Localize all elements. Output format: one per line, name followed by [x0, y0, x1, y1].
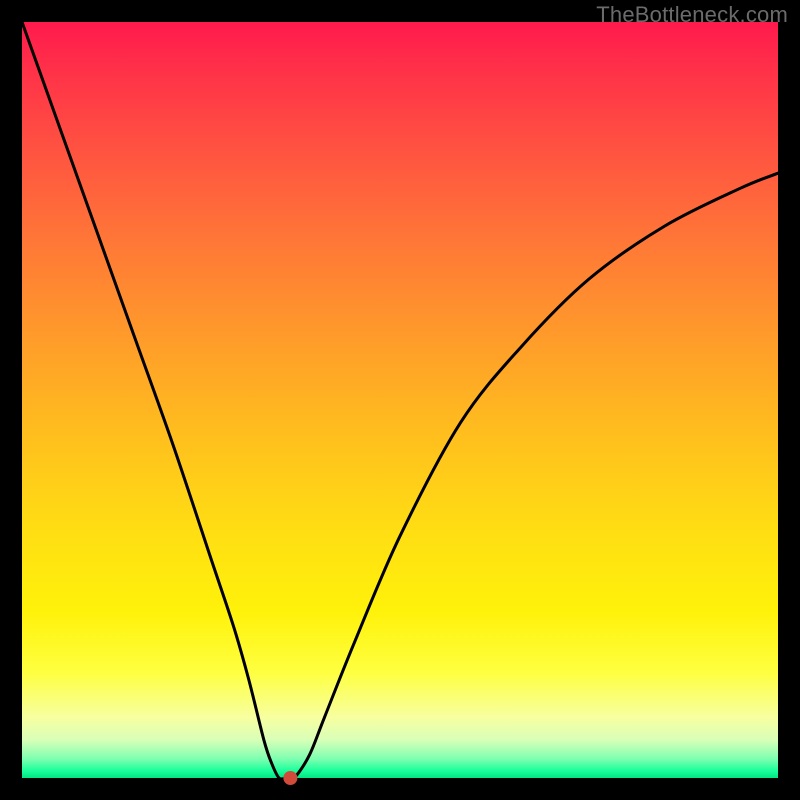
chart-frame: TheBottleneck.com	[0, 0, 800, 800]
curve-svg	[22, 22, 778, 778]
plot-area	[22, 22, 778, 778]
minimum-marker	[283, 771, 297, 785]
bottleneck-curve	[22, 22, 778, 780]
